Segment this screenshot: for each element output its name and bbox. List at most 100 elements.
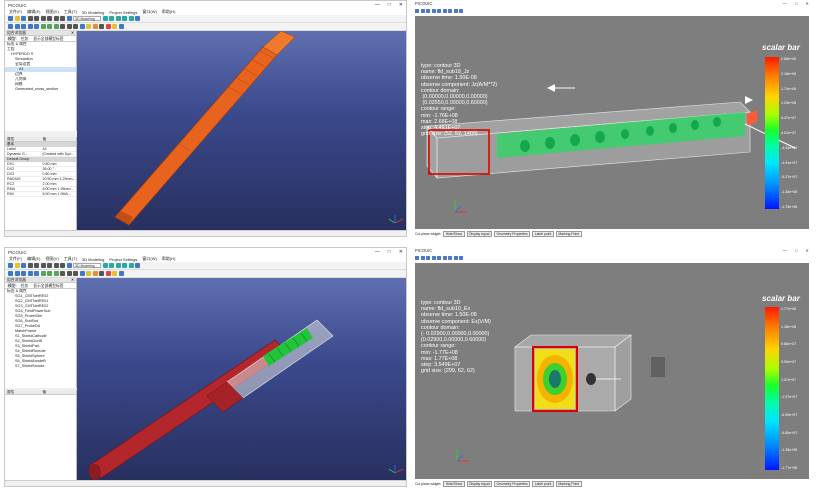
menu-edit[interactable]: 编辑(E): [27, 9, 40, 15]
sphere-icon[interactable]: [21, 271, 26, 276]
copy-icon[interactable]: [34, 263, 39, 268]
play-icon[interactable]: [415, 8, 419, 13]
refresh-icon[interactable]: [66, 16, 72, 21]
download-icon[interactable]: [53, 16, 59, 21]
view-fit-icon[interactable]: [102, 16, 108, 21]
cylinder-icon[interactable]: [14, 24, 20, 29]
cut-bool-icon[interactable]: [66, 24, 72, 29]
tab-show-all[interactable]: 显示全部模型标签: [32, 37, 64, 41]
property-value[interactable]: 8.00 mm 1.95mm...: [41, 187, 77, 191]
view-right-icon[interactable]: [122, 16, 127, 21]
upload-icon[interactable]: [60, 263, 65, 268]
settings-icon[interactable]: [118, 271, 124, 276]
property-value[interactable]: [Created with Dyn...: [41, 152, 77, 156]
close-icon[interactable]: ✕: [805, 1, 809, 6]
view-neg-z-icon[interactable]: [448, 8, 452, 13]
minimize-icon[interactable]: —: [375, 2, 380, 8]
stop-icon[interactable]: [105, 271, 111, 276]
property-value[interactable]: A1: [41, 147, 77, 151]
view-fit-icon[interactable]: [102, 263, 108, 268]
bottom-button[interactable]: Hide/Show: [443, 230, 465, 237]
workbench-select[interactable]: 3D Modeling: [73, 263, 101, 268]
save-icon[interactable]: [21, 16, 26, 21]
cut-icon[interactable]: [27, 263, 33, 268]
property-value[interactable]: 0.50 mm: [41, 162, 77, 166]
save-icon[interactable]: [21, 263, 26, 268]
bottom-button[interactable]: Geometry Properties: [493, 230, 531, 237]
ruler-icon[interactable]: [86, 24, 91, 29]
redo-icon[interactable]: [47, 16, 52, 21]
menu-project-settings[interactable]: Project Settings: [109, 10, 137, 15]
help-icon[interactable]: [112, 24, 117, 29]
3d-viewport[interactable]: [77, 278, 406, 480]
contour-plot[interactable]: type: contour 3D name: fld_sub10_Ex obse…: [415, 263, 809, 479]
folder-icon[interactable]: [135, 263, 140, 268]
save-image-icon[interactable]: [459, 8, 463, 13]
extrude-icon[interactable]: [40, 271, 46, 276]
workbench-select[interactable]: 3D Modeling: [73, 16, 101, 21]
bottom-button[interactable]: Marking Point: [555, 230, 582, 237]
view-z-icon[interactable]: [431, 255, 436, 260]
help-icon[interactable]: [112, 271, 117, 276]
view-front-icon[interactable]: [109, 16, 114, 21]
bottom-button[interactable]: Hide/Show: [443, 480, 465, 487]
tree-item[interactable]: S7_ShieldSmode: [5, 364, 76, 369]
view-y-icon[interactable]: [426, 255, 430, 260]
menu-window[interactable]: 窗口(W): [142, 256, 156, 262]
measure-icon[interactable]: [79, 271, 85, 276]
torus-icon[interactable]: [34, 24, 39, 29]
union-icon[interactable]: [60, 271, 65, 276]
tab-tasks[interactable]: 任务: [20, 284, 30, 288]
tab-tasks[interactable]: 任务: [20, 37, 30, 41]
view-neg-z-icon[interactable]: [448, 255, 452, 260]
view-iso-icon[interactable]: [128, 16, 134, 21]
union-icon[interactable]: [60, 24, 65, 29]
view-x-icon[interactable]: [420, 8, 425, 13]
measure-icon[interactable]: [79, 24, 85, 29]
menu-file[interactable]: 文件(F): [9, 9, 22, 15]
view-top-icon[interactable]: [115, 16, 121, 21]
intersect-icon[interactable]: [73, 271, 78, 276]
view-front-icon[interactable]: [109, 263, 114, 268]
bottom-button[interactable]: Marking Point: [555, 480, 582, 487]
minimize-icon[interactable]: —: [783, 248, 787, 253]
script-icon[interactable]: [99, 271, 104, 276]
bottom-button[interactable]: Geometry Properties: [493, 480, 531, 487]
view-y-icon[interactable]: [426, 8, 430, 13]
script-icon[interactable]: [99, 24, 104, 29]
cone-icon[interactable]: [27, 271, 33, 276]
cylinder-body[interactable]: [88, 339, 288, 479]
tree-item[interactable]: Generated_cross_section: [5, 87, 76, 92]
menu-tools[interactable]: 工具(T): [64, 9, 77, 15]
contour-plot[interactable]: type: contour 3D name: fld_sub18_Jz obse…: [415, 16, 809, 229]
view-neg-x-icon[interactable]: [437, 8, 441, 13]
reset-view-icon[interactable]: [453, 8, 458, 13]
property-value[interactable]: 36.00 °: [41, 167, 77, 171]
function-icon[interactable]: [92, 24, 98, 29]
maximize-icon[interactable]: □: [388, 2, 391, 8]
view-top-icon[interactable]: [115, 263, 121, 268]
menu-file[interactable]: 文件(F): [9, 256, 22, 262]
menu-window[interactable]: 窗口(W): [142, 9, 156, 15]
bottom-button[interactable]: Display equal: [466, 230, 492, 237]
cylinder-icon[interactable]: [14, 271, 20, 276]
menu-help[interactable]: 帮助(H): [162, 256, 176, 262]
tab-show-all[interactable]: 显示全部模型标签: [32, 284, 64, 288]
open-folder-icon[interactable]: [14, 263, 20, 268]
maximize-icon[interactable]: □: [388, 249, 391, 255]
bottom-button[interactable]: Label point: [532, 480, 554, 487]
stop-icon[interactable]: [105, 24, 111, 29]
maximize-icon[interactable]: □: [795, 248, 798, 253]
view-z-icon[interactable]: [431, 8, 436, 13]
view-neg-x-icon[interactable]: [437, 255, 441, 260]
menu-view[interactable]: 视图(V): [45, 256, 58, 262]
close-icon[interactable]: ✕: [71, 278, 74, 282]
save-image-icon[interactable]: [459, 255, 463, 260]
menu-help[interactable]: 帮助(H): [162, 9, 176, 15]
close-icon[interactable]: ✕: [399, 2, 403, 8]
close-icon[interactable]: ✕: [805, 248, 809, 253]
menu-project-settings[interactable]: Project Settings: [109, 257, 137, 262]
bottom-button[interactable]: Label point: [532, 230, 554, 237]
cut-bool-icon[interactable]: [66, 271, 72, 276]
settings-icon[interactable]: [118, 24, 124, 29]
